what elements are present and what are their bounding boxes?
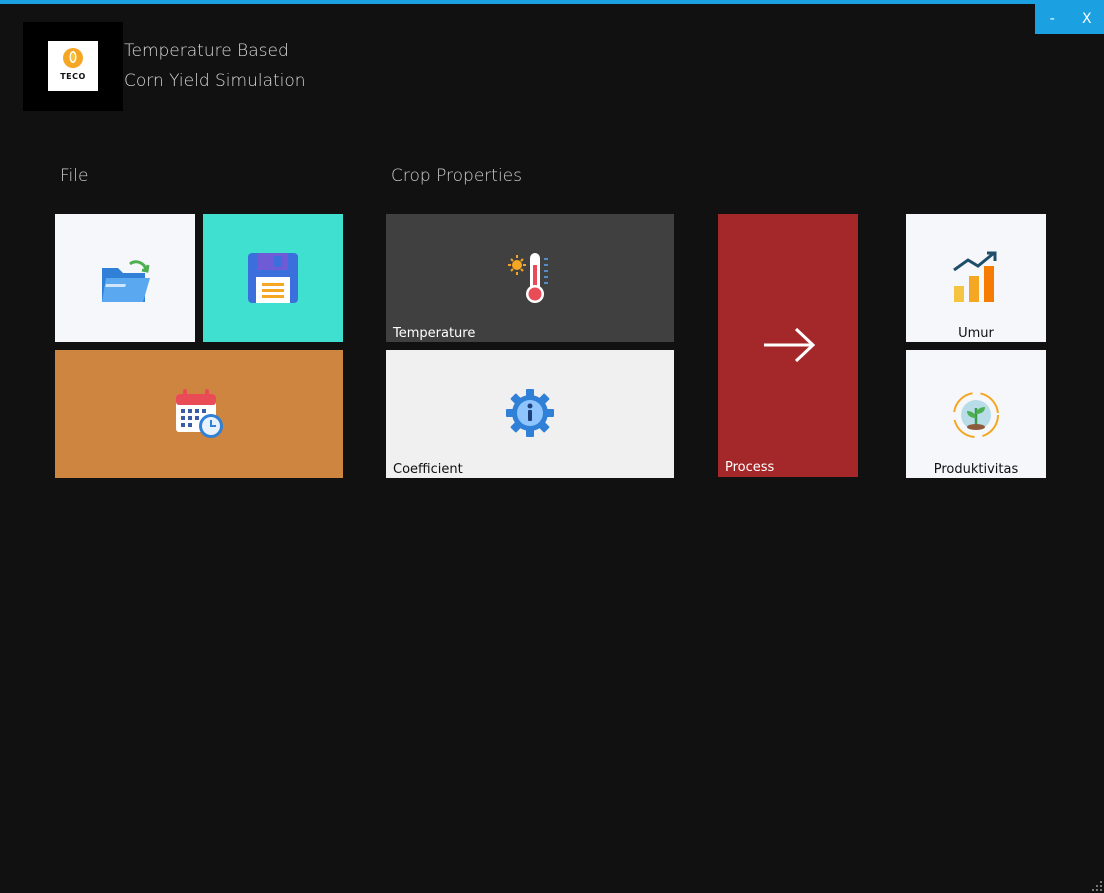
app-title-line1: Temperature Based: [124, 41, 289, 61]
temperature-tile[interactable]: Temperature: [386, 214, 674, 342]
crop-properties-group-label: Crop Properties: [391, 166, 522, 186]
produktivitas-tile[interactable]: Produktivitas: [906, 350, 1046, 478]
arrow-right-icon: [764, 327, 816, 363]
floppy-disk-icon: [248, 253, 298, 303]
produktivitas-tile-label: Produktivitas: [933, 462, 1019, 477]
open-file-tile[interactable]: [55, 214, 195, 342]
corn-icon: [63, 48, 83, 68]
app-title: Temperature Based Corn Yield Simulation: [124, 36, 306, 96]
gear-info-icon: [506, 389, 554, 437]
temperature-tile-label: Temperature: [393, 326, 476, 341]
logo-badge: TECO: [48, 41, 98, 91]
coefficient-tile-label: Coefficient: [393, 462, 463, 477]
umur-tile-label: Umur: [958, 326, 994, 341]
calendar-clock-icon: [176, 389, 223, 438]
minimize-button[interactable]: -: [1035, 4, 1070, 34]
umur-tile[interactable]: Umur: [906, 214, 1046, 342]
open-folder-icon: [102, 260, 150, 302]
growth-chart-icon: [953, 251, 997, 302]
top-accent-bar: [0, 0, 1104, 4]
close-button[interactable]: X: [1070, 4, 1104, 34]
plant-cycle-icon: [953, 392, 999, 438]
save-file-tile[interactable]: [203, 214, 343, 342]
logo-text: TECO: [60, 72, 86, 81]
app-logo: TECO: [23, 22, 123, 111]
process-tile[interactable]: Process: [718, 214, 858, 477]
thermometer-icon: [508, 253, 548, 303]
coefficient-tile[interactable]: Coefficient: [386, 350, 674, 478]
window-controls: - X: [1035, 4, 1104, 34]
main-window: - X TECO Temperature Based Corn Yield Si…: [0, 0, 1104, 893]
calendar-tile[interactable]: [55, 350, 343, 478]
process-tile-label: Process: [725, 460, 775, 475]
file-group-label: File: [60, 166, 89, 186]
resize-grip-icon[interactable]: [1092, 881, 1102, 891]
app-title-line2: Corn Yield Simulation: [124, 71, 306, 91]
